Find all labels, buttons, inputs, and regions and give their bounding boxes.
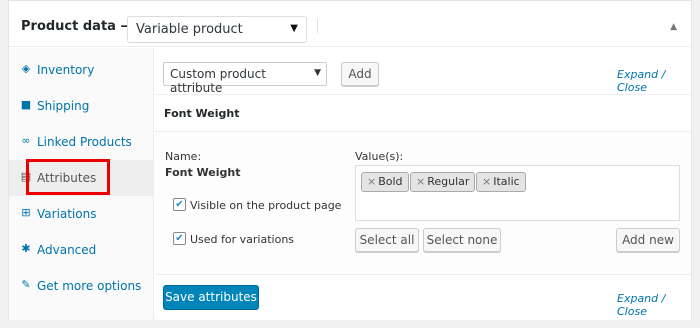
tab-label: Inventory — [37, 63, 95, 77]
used-for-variations-label: Used for variations — [190, 233, 295, 246]
expand-close-link[interactable]: Expand / Close — [617, 292, 691, 318]
panel-title: Product data — — [21, 19, 134, 34]
chevron-down-icon: ▼ — [314, 68, 321, 78]
name-label: Name: — [165, 150, 202, 163]
values-label: Value(s): — [355, 150, 404, 163]
attribute-select[interactable]: Custom product attribute ▼ — [163, 62, 327, 95]
tab-label: Advanced — [37, 243, 97, 257]
gear-icon: ✱ — [21, 242, 31, 255]
value-token-label: Regular — [427, 175, 470, 188]
product-type-select[interactable]: Variable product ▼ — [127, 16, 307, 43]
product-type-value: Variable product — [136, 22, 243, 37]
tab-label: Shipping — [37, 99, 90, 113]
tab-label: Variations — [37, 207, 97, 221]
tab-inventory[interactable]: ◈ Inventory — [9, 52, 153, 88]
remove-icon[interactable]: × — [367, 175, 376, 188]
grid-icon: ⊞ — [21, 206, 31, 219]
value-token-label: Bold — [378, 175, 403, 188]
select-none-button[interactable]: Select none — [423, 228, 501, 252]
attribute-select-value: Custom product attribute — [170, 67, 266, 95]
chevron-down-icon: ▼ — [290, 23, 298, 34]
value-token-label: Italic — [493, 175, 520, 188]
add-new-value-button[interactable]: Add new — [616, 228, 680, 252]
remove-icon[interactable]: × — [416, 175, 425, 188]
value-token[interactable]: × Italic — [476, 172, 526, 192]
attribute-header[interactable]: Font Weight — [155, 94, 691, 132]
collapse-icon[interactable]: ▲ — [670, 22, 677, 32]
attributes-footer: Save attributes Expand / Close — [155, 274, 691, 320]
header-divider — [317, 19, 318, 33]
product-data-panel: Product data — Variable product ▼ ▲ ◈ In… — [8, 0, 692, 320]
link-icon: ∞ — [21, 134, 31, 147]
add-attribute-button[interactable]: Add — [341, 62, 379, 86]
truck-icon: ■ — [20, 98, 32, 111]
attribute-title: Font Weight — [164, 107, 240, 120]
expand-close-link[interactable]: Expand / Close — [617, 68, 691, 94]
attribute-body: Name: Font Weight Value(s): × Bold × Regul… — [155, 132, 691, 274]
select-all-button[interactable]: Select all — [355, 228, 419, 252]
tab-shipping[interactable]: ■ Shipping — [9, 88, 153, 124]
tab-get-more-options[interactable]: ✎ Get more options — [9, 268, 153, 304]
plugin-icon: ✎ — [21, 278, 31, 291]
attributes-highlight — [26, 159, 110, 195]
used-for-variations-checkbox[interactable]: ✔ — [173, 232, 186, 245]
tab-label: Linked Products — [37, 135, 132, 149]
remove-icon[interactable]: × — [482, 175, 491, 188]
value-token[interactable]: × Regular — [410, 172, 476, 192]
inventory-icon: ◈ — [21, 62, 31, 75]
value-token[interactable]: × Bold — [361, 172, 409, 192]
save-attributes-button[interactable]: Save attributes — [163, 285, 259, 310]
tab-variations[interactable]: ⊞ Variations — [9, 196, 153, 232]
visible-checkbox[interactable]: ✔ — [173, 198, 186, 211]
values-field[interactable]: × Bold × Regular × Italic — [355, 165, 680, 221]
attribute-name: Font Weight — [165, 166, 241, 179]
tab-linked-products[interactable]: ∞ Linked Products — [9, 124, 153, 160]
tab-advanced[interactable]: ✱ Advanced — [9, 232, 153, 268]
visible-label: Visible on the product page — [190, 199, 342, 212]
panel-header: Product data — Variable product ▼ ▲ — [9, 1, 691, 47]
attributes-panel: Custom product attribute ▼ Add Expand / … — [155, 48, 691, 320]
tab-label: Get more options — [37, 279, 142, 293]
